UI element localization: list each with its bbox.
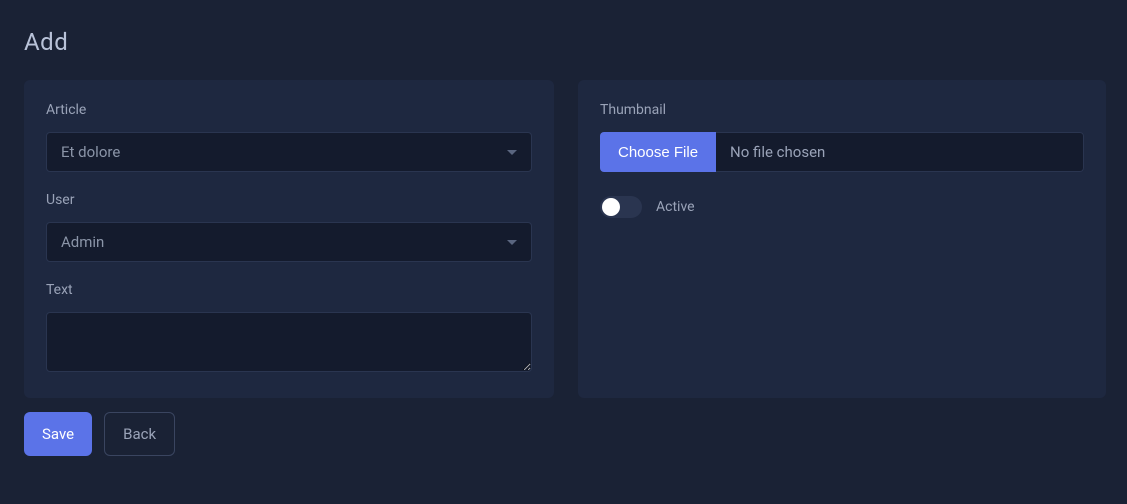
card-left: Article Et dolore User Admin Text [24,80,554,398]
article-select[interactable]: Et dolore [46,132,532,172]
save-button[interactable]: Save [24,412,92,456]
active-toggle[interactable] [600,196,642,218]
form-group-user: User Admin [46,192,532,262]
form-group-article: Article Et dolore [46,102,532,172]
card-right: Thumbnail Choose File No file chosen Act… [578,80,1106,398]
chevron-down-icon [507,150,517,155]
user-select[interactable]: Admin [46,222,532,262]
thumbnail-label: Thumbnail [600,102,1084,118]
text-label: Text [46,282,532,298]
toggle-group-active: Active [600,196,1084,218]
article-select-value: Et dolore [61,143,507,161]
back-button[interactable]: Back [104,412,175,456]
user-select-value: Admin [61,233,507,251]
form-group-text: Text [46,282,532,376]
form-content: Article Et dolore User Admin Text Thumbn… [0,80,1127,398]
article-label: Article [46,102,532,118]
text-textarea[interactable] [46,312,532,372]
active-label: Active [656,199,695,215]
user-label: User [46,192,532,208]
choose-file-button[interactable]: Choose File [600,132,716,172]
page-title: Add [0,0,1127,80]
form-group-thumbnail: Thumbnail Choose File No file chosen [600,102,1084,172]
thumbnail-file-input: Choose File No file chosen [600,132,1084,172]
button-row: Save Back [0,398,1127,456]
toggle-thumb [602,198,620,216]
file-name-display: No file chosen [716,132,1084,172]
chevron-down-icon [507,240,517,245]
